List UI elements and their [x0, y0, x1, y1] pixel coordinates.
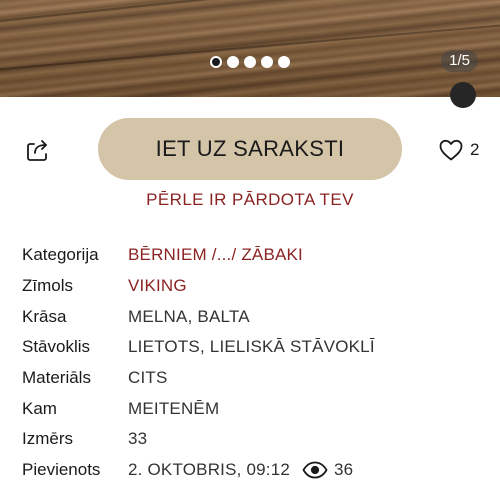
detail-value: CITS — [128, 368, 168, 388]
detail-label: Stāvoklis — [22, 337, 91, 357]
action-row: IET UZ SARAKSTI 2 — [0, 118, 500, 180]
detail-label: Materiāls — [22, 368, 91, 388]
detail-value: MEITENĒM — [128, 398, 220, 418]
gallery-dot[interactable] — [261, 56, 273, 68]
share-icon — [27, 140, 47, 161]
detail-value: MELNA, BALTA — [128, 306, 250, 326]
product-details: Kategorija BĒRNIEM /.../ ZĀBAKI Zīmols V… — [22, 240, 482, 486]
go-to-list-button[interactable]: IET UZ SARAKSTI — [98, 118, 402, 180]
detail-label: Izmērs — [22, 429, 73, 449]
gallery-dot[interactable] — [278, 56, 290, 68]
detail-row-material: Materiāls CITS — [22, 363, 482, 394]
image-counter: 1/5 — [441, 50, 478, 72]
category-link[interactable]: BĒRNIEM /.../ ZĀBAKI — [128, 245, 303, 265]
detail-value: 33 — [128, 429, 148, 449]
heart-icon — [439, 139, 463, 161]
detail-label: Kategorija — [22, 245, 99, 265]
wood-seam — [0, 0, 500, 24]
detail-row-added: Pievienots 2. OKTOBRIS, 09:12 36 — [22, 455, 482, 486]
detail-value: LIETOTS, LIELISKĀ STĀVOKLĪ — [128, 337, 375, 357]
favorite-button[interactable]: 2 — [438, 138, 479, 162]
detail-value: 2. OKTOBRIS, 09:12 36 — [128, 460, 353, 480]
detail-label: Kam — [22, 398, 57, 418]
gallery-dot[interactable] — [227, 56, 239, 68]
gallery-dot[interactable] — [244, 56, 256, 68]
share-button[interactable] — [24, 136, 52, 164]
eye-icon — [302, 461, 328, 479]
favorite-count: 2 — [470, 140, 480, 159]
sold-status-text: PĒRLE IR PĀRDOTA TEV — [146, 190, 354, 209]
views-counter: 36 — [302, 460, 353, 480]
views-count: 36 — [334, 460, 354, 480]
gallery-dot[interactable] — [210, 56, 222, 68]
detail-label: Krāsa — [22, 306, 67, 326]
added-date: 2. OKTOBRIS, 09:12 — [128, 460, 291, 480]
detail-row-category: Kategorija BĒRNIEM /.../ ZĀBAKI — [22, 240, 482, 271]
detail-row-condition: Stāvoklis LIETOTS, LIELISKĀ STĀVOKLĪ — [22, 332, 482, 363]
detail-label: Zīmols — [22, 276, 73, 296]
detail-row-audience: Kam MEITENĒM — [22, 393, 482, 424]
brand-link[interactable]: VIKING — [128, 276, 187, 296]
product-image-gallery[interactable]: 1/5 — [0, 0, 500, 97]
detail-label: Pievienots — [22, 460, 101, 480]
gallery-pagination — [210, 56, 290, 68]
gallery-overlay-button[interactable] — [450, 82, 476, 108]
detail-row-color: Krāsa MELNA, BALTA — [22, 301, 482, 332]
detail-row-brand: Zīmols VIKING — [22, 271, 482, 302]
detail-row-size: Izmērs 33 — [22, 424, 482, 455]
